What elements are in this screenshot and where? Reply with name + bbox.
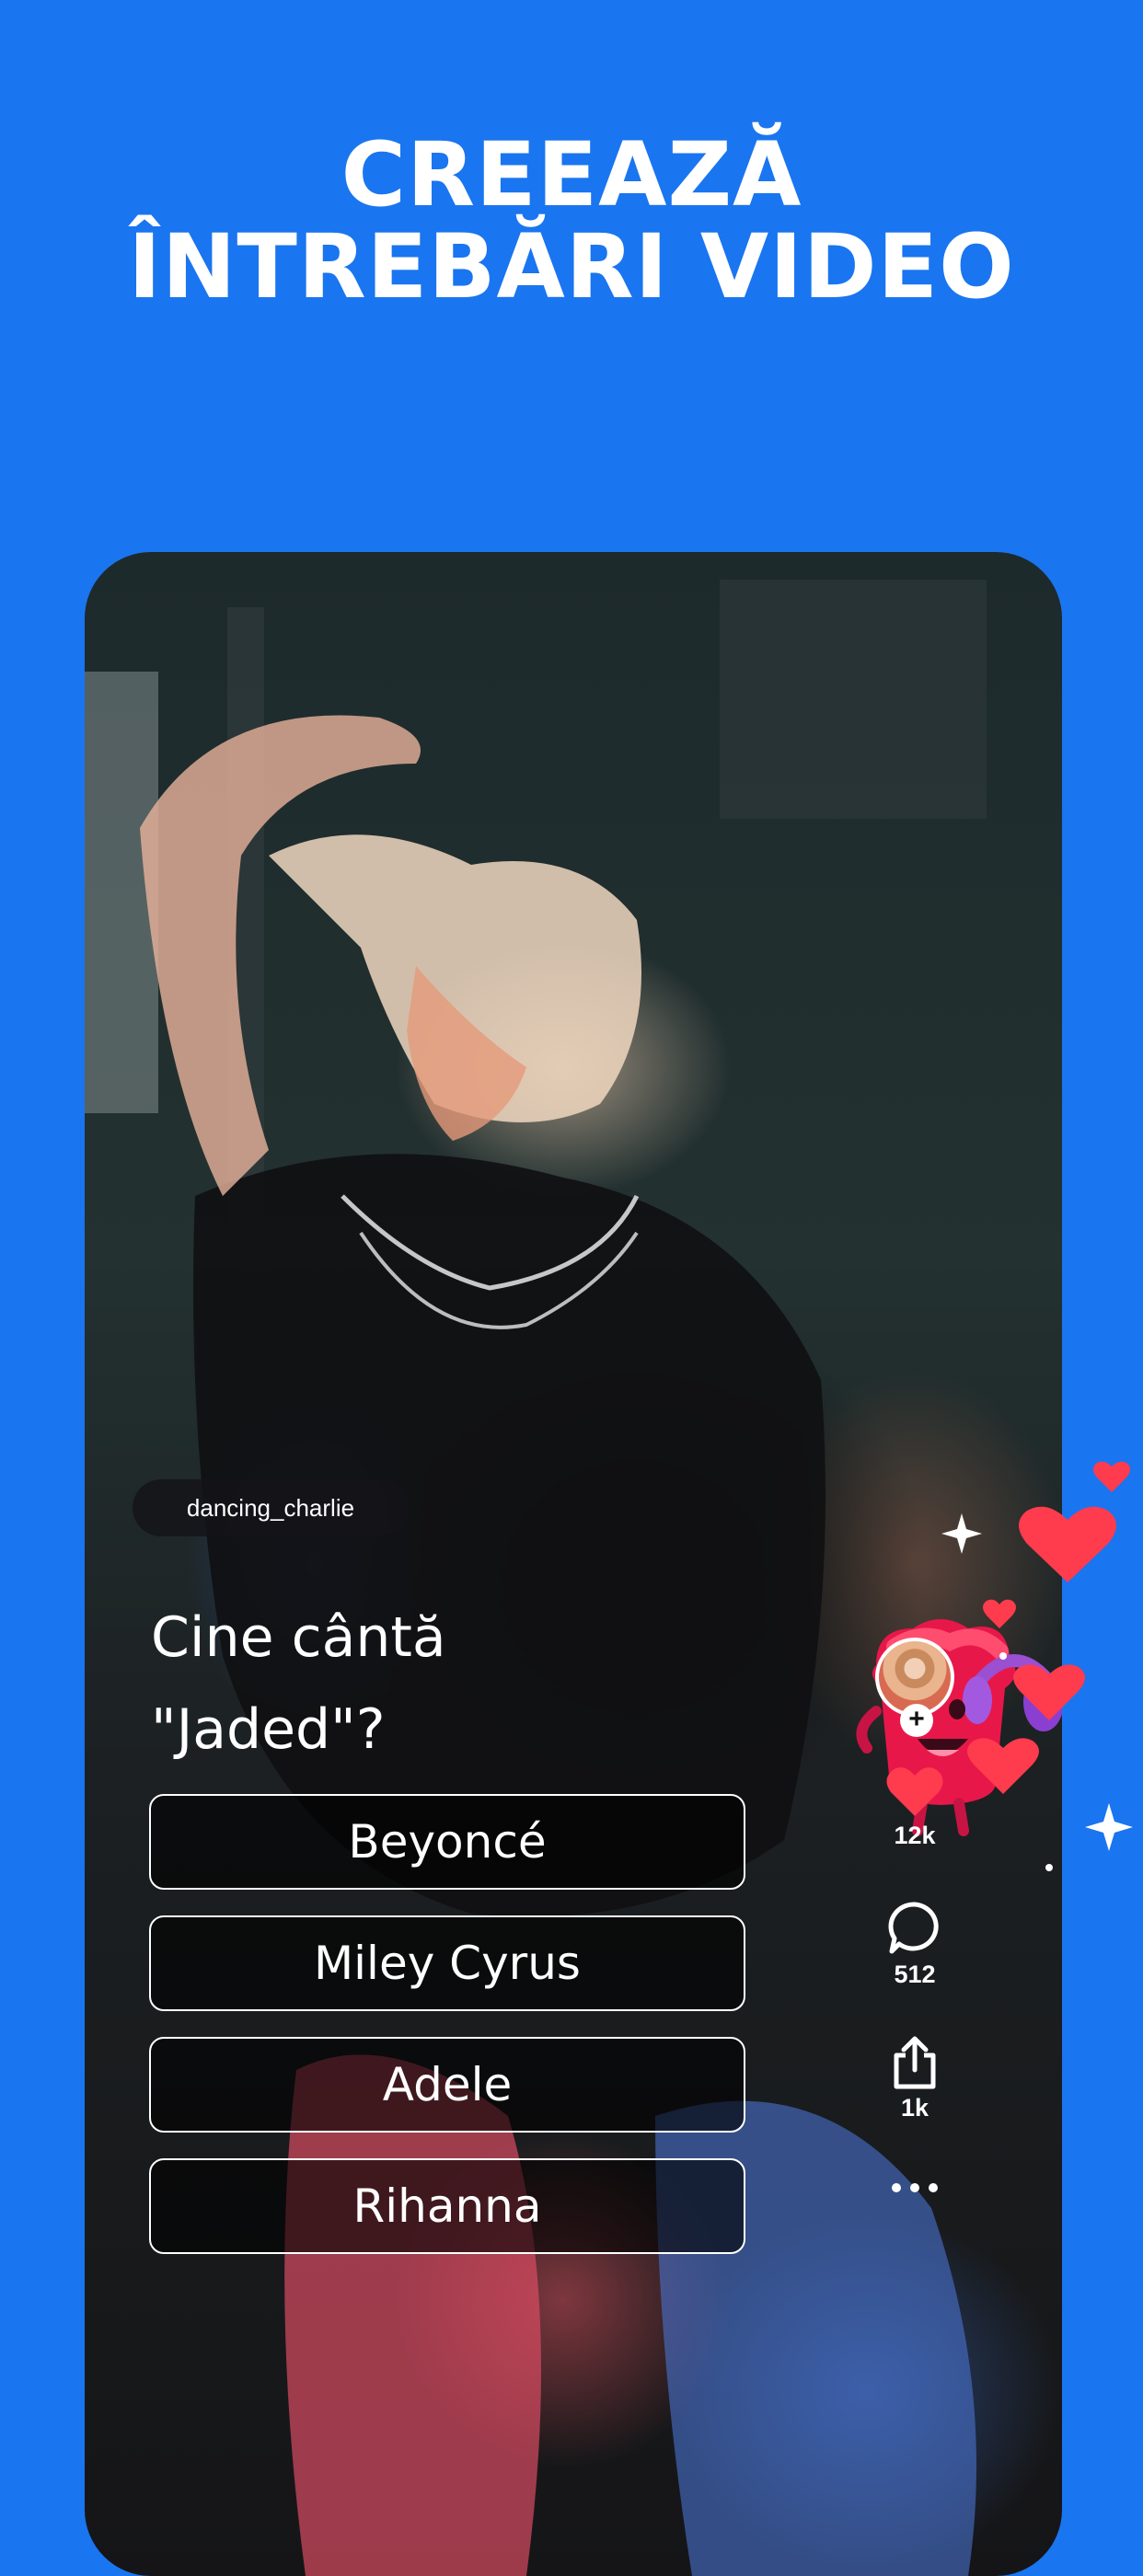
question-line-2: "Jaded"?	[151, 1697, 386, 1762]
share-count: 1k	[900, 2094, 929, 2122]
question-text: Cine cântă "Jaded"?	[151, 1592, 722, 1776]
comment-count: 512	[894, 1961, 936, 1988]
sparkle-icon	[1085, 1803, 1133, 1851]
answer-option-rihanna[interactable]: Rihanna	[149, 2158, 745, 2254]
phone-mockup: dancing_charlie Cine cântă "Jaded"? Beyo…	[85, 552, 1062, 2576]
heart-icon	[1013, 1664, 1085, 1720]
heart-icon	[967, 1738, 1039, 1794]
question-line-1: Cine cântă	[151, 1605, 446, 1670]
headline: CREEAZĂ ÎNTREBĂRI VIDEO	[0, 129, 1143, 313]
answer-option-adele[interactable]: Adele	[149, 2037, 745, 2133]
answer-option-beyonce[interactable]: Beyoncé	[149, 1794, 745, 1890]
sparkle-icon	[999, 1652, 1007, 1660]
heart-icon	[1019, 1506, 1116, 1582]
comment-button[interactable]: 512	[869, 1900, 961, 1989]
headline-line-2: ÎNTREBĂRI VIDEO	[128, 215, 1015, 318]
heart-icon	[983, 1599, 1016, 1628]
username-pill[interactable]: dancing_charlie	[133, 1479, 409, 1536]
more-icon	[892, 2183, 938, 2192]
floating-hearts	[920, 1435, 1143, 1895]
share-button[interactable]: 1k	[869, 2033, 961, 2122]
comment-icon	[888, 1902, 939, 1954]
answer-option-miley-cyrus[interactable]: Miley Cyrus	[149, 1915, 745, 2011]
more-options-button[interactable]	[869, 2180, 961, 2195]
answer-list: Beyoncé Miley Cyrus Adele Rihanna	[149, 1794, 749, 2280]
sparkle-icon	[1045, 1864, 1053, 1871]
sparkle-icon	[941, 1513, 982, 1554]
headline-line-1: CREEAZĂ	[341, 123, 802, 226]
share-icon	[894, 2036, 936, 2089]
heart-icon	[1093, 1461, 1130, 1492]
